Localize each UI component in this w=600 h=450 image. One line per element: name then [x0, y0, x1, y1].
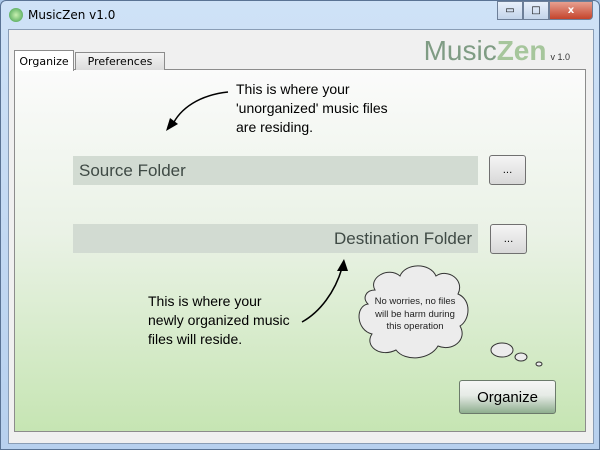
- thought-bubble-large: [490, 342, 514, 358]
- cloud-text: No worries, no files will be harm during…: [374, 296, 456, 332]
- arrow-head-source: [166, 118, 178, 131]
- tab-organize[interactable]: Organize: [14, 50, 74, 71]
- thought-bubble-small: [535, 361, 543, 367]
- arrow-head-destination: [337, 259, 348, 271]
- arrow-to-source: [171, 91, 229, 127]
- thought-bubble-medium: [514, 352, 528, 362]
- arrow-to-destination: [301, 267, 343, 323]
- organize-button[interactable]: Organize: [459, 380, 556, 414]
